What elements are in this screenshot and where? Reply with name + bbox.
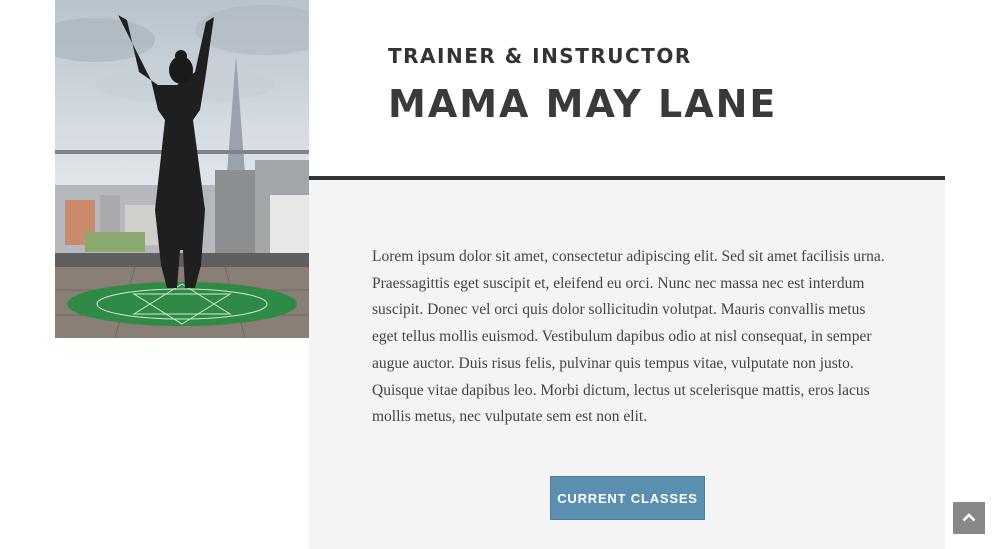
scroll-to-top-button[interactable] [953, 502, 985, 534]
profile-header: TRAINER & INSTRUCTOR MAMA MAY LANE [388, 44, 777, 126]
instructor-photo [55, 0, 309, 338]
chevron-up-icon [962, 509, 976, 527]
bio-panel: Lorem ipsum dolor sit amet, consectetur … [309, 180, 945, 549]
profile-name: MAMA MAY LANE [388, 82, 778, 126]
current-classes-button[interactable]: CURRENT CLASSES [550, 476, 705, 520]
profile-role: TRAINER & INSTRUCTOR [388, 44, 692, 68]
bio-text: Lorem ipsum dolor sit amet, consectetur … [372, 248, 885, 426]
